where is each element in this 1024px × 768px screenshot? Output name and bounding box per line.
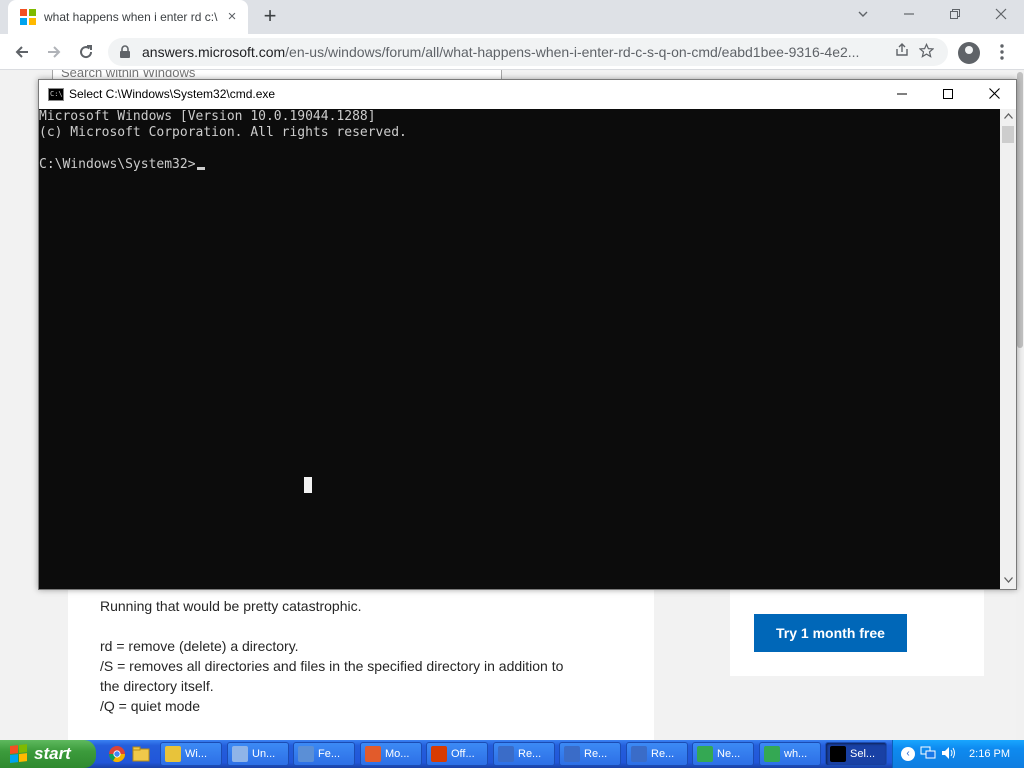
tab-close-icon[interactable]: × (224, 9, 240, 25)
selection-cursor-block (304, 477, 312, 493)
console-scrollbar[interactable] (1000, 109, 1016, 589)
promo-card: Try 1 month free (730, 590, 984, 676)
taskbar-window-button[interactable]: Sel... (825, 742, 887, 766)
new-tab-button[interactable]: + (258, 5, 282, 29)
taskbar-window-label: Wi... (185, 748, 207, 760)
back-icon[interactable] (10, 40, 34, 64)
taskbar-window-label: Sel... (850, 748, 876, 760)
taskbar-window-label: Re... (651, 748, 675, 760)
taskbar-window-button[interactable]: Re... (559, 742, 621, 766)
taskbar-window-label: Off... (451, 748, 475, 760)
answer-line-5: the directory itself. (100, 678, 214, 694)
answer-post: Running that would be pretty catastrophi… (68, 580, 654, 740)
cmd-minimize-icon[interactable] (879, 80, 925, 109)
taskbar-window-label: Re... (518, 748, 542, 760)
taskbar-window-label: Un... (252, 748, 276, 760)
cmd-close-icon[interactable] (971, 80, 1017, 109)
console-prompt: C:\Windows\System32> (39, 157, 196, 172)
browser-menu-icon[interactable] (992, 40, 1012, 64)
tab-title: what happens when i enter rd c:\ (44, 10, 218, 24)
console-line-1: Microsoft Windows [Version 10.0.19044.12… (39, 109, 376, 124)
network-icon[interactable] (920, 746, 936, 763)
tab-search-icon[interactable] (840, 4, 886, 26)
reload-icon[interactable] (74, 40, 98, 64)
profile-avatar[interactable] (958, 42, 980, 64)
console-prompt-row: C:\Windows\System32> (39, 157, 1000, 173)
taskbar-window-button[interactable]: Fe... (293, 742, 355, 766)
cmd-app-icon: C:\ (48, 88, 64, 101)
taskbar-window-icon (764, 746, 780, 762)
taskbar-window-icon (298, 746, 314, 762)
cmd-titlebar[interactable]: C:\ Select C:\Windows\System32\cmd.exe (39, 80, 1016, 109)
console-line-3 (39, 141, 1000, 157)
browser-tab-strip: what happens when i enter rd c:\ × + (0, 0, 1024, 34)
cmd-window: C:\ Select C:\Windows\System32\cmd.exe M… (38, 79, 1017, 590)
microsoft-logo-icon (20, 9, 36, 25)
taskbar-window-icon (631, 746, 647, 762)
page-scrollbar-thumb[interactable] (1017, 72, 1023, 348)
taskbar-window-label: Re... (584, 748, 608, 760)
bookmark-star-icon[interactable] (914, 42, 938, 62)
taskbar-window-button[interactable]: Re... (626, 742, 688, 766)
text-cursor (196, 167, 205, 170)
start-button[interactable]: start (0, 740, 96, 768)
system-tray: ‹ 2:16 PM (892, 740, 1024, 768)
answer-line-6: /Q = quiet mode (100, 698, 201, 714)
scroll-up-icon[interactable] (1000, 109, 1016, 125)
try-free-button[interactable]: Try 1 month free (754, 614, 907, 652)
answer-line-4: /S = removes all directories and files i… (100, 658, 564, 674)
answer-line-1: Running that would be pretty catastrophi… (100, 598, 362, 614)
taskbar-window-icon (498, 746, 514, 762)
url-text: answers.microsoft.com/en-us/windows/foru… (142, 44, 890, 60)
taskbar-window-button[interactable]: Wi... (160, 742, 222, 766)
taskbar-window-button[interactable]: Ne... (692, 742, 754, 766)
console-output[interactable]: Microsoft Windows [Version 10.0.19044.12… (39, 109, 1000, 589)
taskbar-window-icon (697, 746, 713, 762)
volume-icon[interactable] (941, 746, 957, 763)
answer-line-3: rd = remove (delete) a directory. (100, 638, 299, 654)
taskbar-window-icon (564, 746, 580, 762)
taskbar-window-button[interactable]: wh... (759, 742, 821, 766)
url-path: /en-us/windows/forum/all/what-happens-wh… (285, 44, 860, 60)
taskbar-window-icon (165, 746, 181, 762)
taskbar-window-button[interactable]: Mo... (360, 742, 422, 766)
forward-icon[interactable] (42, 40, 66, 64)
address-bar[interactable]: answers.microsoft.com/en-us/windows/foru… (108, 38, 948, 66)
page-scrollbar[interactable] (1016, 70, 1024, 740)
taskbar-window-button[interactable]: Re... (493, 742, 555, 766)
share-icon[interactable] (890, 43, 914, 61)
taskbar-window-label: wh... (784, 748, 808, 760)
browser-close-icon[interactable] (978, 4, 1024, 26)
taskbar-window-icon (232, 746, 248, 762)
taskbar-window-label: Mo... (385, 748, 410, 760)
answer-line-2 (68, 616, 654, 636)
lock-icon (120, 45, 130, 58)
restore-icon[interactable] (932, 4, 978, 26)
clock: 2:16 PM (969, 748, 1010, 760)
taskbar-window-icon (431, 746, 447, 762)
scroll-down-icon[interactable] (1000, 573, 1016, 589)
cmd-window-title: Select C:\Windows\System32\cmd.exe (69, 87, 276, 101)
explorer-quicklaunch-icon[interactable] (132, 745, 150, 763)
console-line-2: (c) Microsoft Corporation. All rights re… (39, 125, 407, 140)
browser-toolbar: answers.microsoft.com/en-us/windows/foru… (0, 34, 1024, 70)
console-scrollbar-thumb[interactable] (1002, 126, 1014, 143)
taskbar-window-button[interactable]: Un... (227, 742, 289, 766)
browser-tab[interactable]: what happens when i enter rd c:\ × (8, 0, 248, 34)
taskbar-window-button[interactable]: Off... (426, 742, 488, 766)
taskbar-window-label: Fe... (318, 748, 341, 760)
minimize-icon[interactable] (886, 4, 932, 26)
chrome-quicklaunch-icon[interactable] (108, 745, 126, 763)
taskbar-window-icon (830, 746, 846, 762)
windows-flag-icon (10, 744, 28, 764)
taskbar: start Wi... Un... Fe... Mo... Off... Re... Re.… (0, 740, 1024, 768)
taskbar-window-icon (365, 746, 381, 762)
cmd-maximize-icon[interactable] (925, 80, 971, 109)
tray-expand-icon[interactable]: ‹ (901, 747, 915, 761)
start-label: start (34, 744, 71, 763)
url-host: answers.microsoft.com (142, 44, 286, 60)
taskbar-window-label: Ne... (717, 748, 741, 760)
